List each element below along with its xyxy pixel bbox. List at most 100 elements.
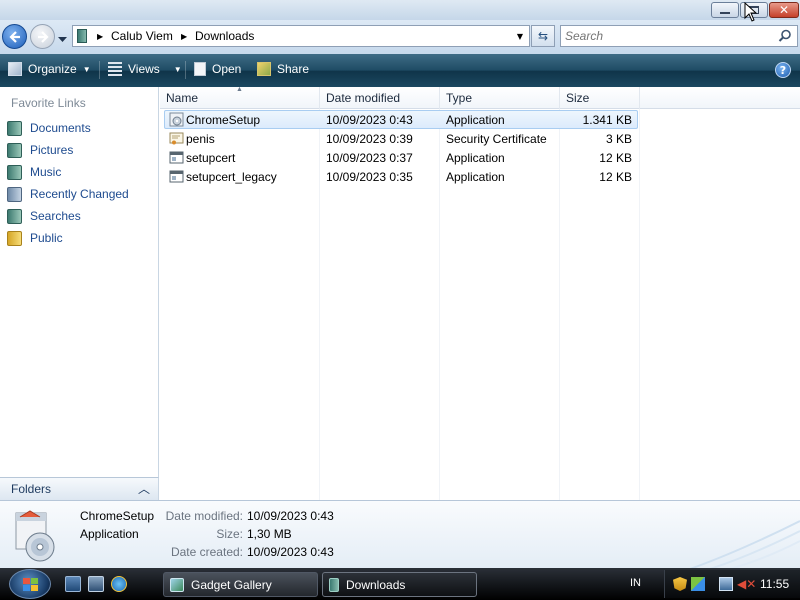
chevron-down-icon [58, 37, 67, 42]
breadcrumb-arrow-icon[interactable]: ▶ [97, 32, 103, 41]
column-label: Name [166, 91, 199, 105]
column-header-name[interactable]: Name ▲ [160, 86, 320, 109]
file-date-modified: 10/09/2023 0:37 [326, 151, 413, 165]
recent-icon [7, 186, 22, 202]
folders-toggle[interactable]: Folders ︿ [0, 477, 159, 500]
start-button[interactable] [9, 569, 51, 599]
share-button[interactable]: Share [257, 62, 309, 76]
file-type: Application [446, 151, 505, 165]
open-icon [194, 62, 206, 76]
windows-update-icon[interactable] [691, 577, 705, 591]
language-indicator[interactable]: IN [630, 577, 641, 589]
file-row-setupcert-legacy[interactable]: setupcert_legacy 10/09/2023 0:35 Applica… [160, 167, 800, 186]
nav-link-label: Pictures [30, 143, 74, 157]
column-header-type[interactable]: Type [440, 87, 560, 109]
internet-explorer-icon[interactable] [111, 576, 127, 592]
gadget-gallery-icon [170, 577, 184, 592]
breadcrumb-arrow-icon[interactable]: ▶ [181, 32, 187, 41]
back-button[interactable] [2, 24, 27, 49]
file-name: setupcert [186, 151, 236, 165]
organize-icon [8, 62, 22, 76]
file-date-modified: 10/09/2023 0:35 [326, 170, 413, 184]
system-tray: ◀✕ 11:55 [664, 570, 800, 598]
window-title-bar: ✕ [0, 0, 800, 20]
column-header-size[interactable]: Size [560, 87, 640, 109]
refresh-button[interactable]: ⇆ [531, 25, 555, 47]
show-desktop-icon[interactable] [65, 576, 81, 592]
breadcrumb-downloads[interactable]: Downloads [195, 29, 254, 43]
file-row-penis[interactable]: penis 10/09/2023 0:39 Security Certifica… [160, 129, 800, 148]
file-date-modified: 10/09/2023 0:43 [326, 113, 413, 127]
details-date-modified-label: Date modified: [165, 509, 243, 523]
details-date-created: 10/09/2023 0:43 [247, 545, 334, 559]
details-size-label: Size: [216, 527, 243, 541]
views-icon [108, 62, 122, 76]
nav-link-label: Documents [30, 121, 91, 135]
help-icon[interactable]: ? [775, 62, 791, 78]
file-date-modified: 10/09/2023 0:39 [326, 132, 413, 146]
nav-link-music[interactable]: Music [7, 162, 61, 182]
organize-button[interactable]: Organize ▼ [8, 62, 91, 76]
minimize-button[interactable] [711, 2, 739, 18]
application-icon [169, 170, 184, 183]
address-box[interactable]: ▶ Calub Viem ▶ Downloads ▼ [72, 25, 530, 47]
folder-icon [77, 29, 87, 43]
nav-link-searches[interactable]: Searches [7, 206, 81, 226]
breadcrumb-calub-viem[interactable]: Calub Viem [111, 29, 173, 43]
file-name: ChromeSetup [186, 113, 261, 127]
column-header-date-modified[interactable]: Date modified [320, 87, 440, 109]
share-label: Share [277, 62, 310, 76]
searches-icon [7, 208, 22, 224]
switch-windows-icon[interactable] [88, 576, 104, 592]
close-button[interactable]: ✕ [769, 2, 799, 18]
taskbar-button-label: Downloads [346, 577, 406, 592]
volume-muted-icon[interactable]: ◀✕ [737, 577, 756, 591]
search-icon[interactable] [778, 29, 792, 43]
security-shield-icon[interactable] [673, 577, 687, 591]
file-row-chromesetup[interactable]: ChromeSetup 10/09/2023 0:43 Application … [160, 110, 800, 129]
forward-arrow-icon [38, 31, 49, 43]
minimize-icon [720, 12, 730, 14]
search-box[interactable] [560, 25, 798, 47]
file-type: Application [446, 113, 505, 127]
details-date-created-label: Date created: [170, 545, 243, 559]
nav-link-public[interactable]: Public [7, 228, 63, 248]
taskbar-button-gadget-gallery[interactable]: Gadget Gallery [163, 572, 318, 597]
nav-link-label: Recently Changed [30, 187, 129, 201]
pictures-icon [7, 142, 22, 158]
network-icon[interactable] [719, 577, 733, 591]
forward-button[interactable] [30, 24, 55, 49]
recent-pages-dropdown[interactable] [58, 32, 67, 46]
open-button[interactable]: Open [194, 62, 241, 76]
details-file-type: Application [80, 527, 139, 541]
search-input[interactable] [565, 28, 765, 44]
nav-link-recently-changed[interactable]: Recently Changed [7, 184, 129, 204]
nav-link-pictures[interactable]: Pictures [7, 140, 73, 160]
file-size: 1.341 KB [582, 113, 632, 127]
open-label: Open [212, 62, 242, 76]
file-name: penis [186, 132, 215, 146]
organize-label: Organize [28, 62, 77, 76]
folders-label: Folders [11, 482, 52, 496]
decorative-swoosh [689, 520, 800, 568]
nav-link-label: Searches [30, 209, 81, 223]
windows-logo-icon [23, 578, 38, 591]
clock[interactable]: 11:55 [760, 577, 789, 591]
details-file-name: ChromeSetup [80, 509, 155, 523]
application-icon [169, 151, 184, 164]
column-label: Type [446, 91, 473, 105]
sort-ascending-icon: ▲ [236, 86, 243, 93]
file-size: 12 KB [599, 151, 632, 165]
views-button[interactable]: Views ▼ [108, 62, 182, 76]
chevron-up-icon: ︿ [138, 482, 151, 496]
address-bar-row: ▶ Calub Viem ▶ Downloads ▼ ⇆ [0, 20, 800, 54]
chevron-down-icon: ▼ [173, 64, 182, 74]
file-row-setupcert[interactable]: setupcert 10/09/2023 0:37 Application 12… [160, 148, 800, 167]
address-dropdown-icon[interactable]: ▼ [517, 32, 523, 41]
file-type: Application [446, 170, 505, 184]
nav-link-label: Public [30, 231, 63, 245]
nav-link-documents[interactable]: Documents [7, 118, 91, 138]
refresh-icon: ⇆ [537, 29, 549, 43]
mouse-cursor-icon [744, 2, 758, 22]
taskbar-button-downloads[interactable]: Downloads [322, 572, 477, 597]
